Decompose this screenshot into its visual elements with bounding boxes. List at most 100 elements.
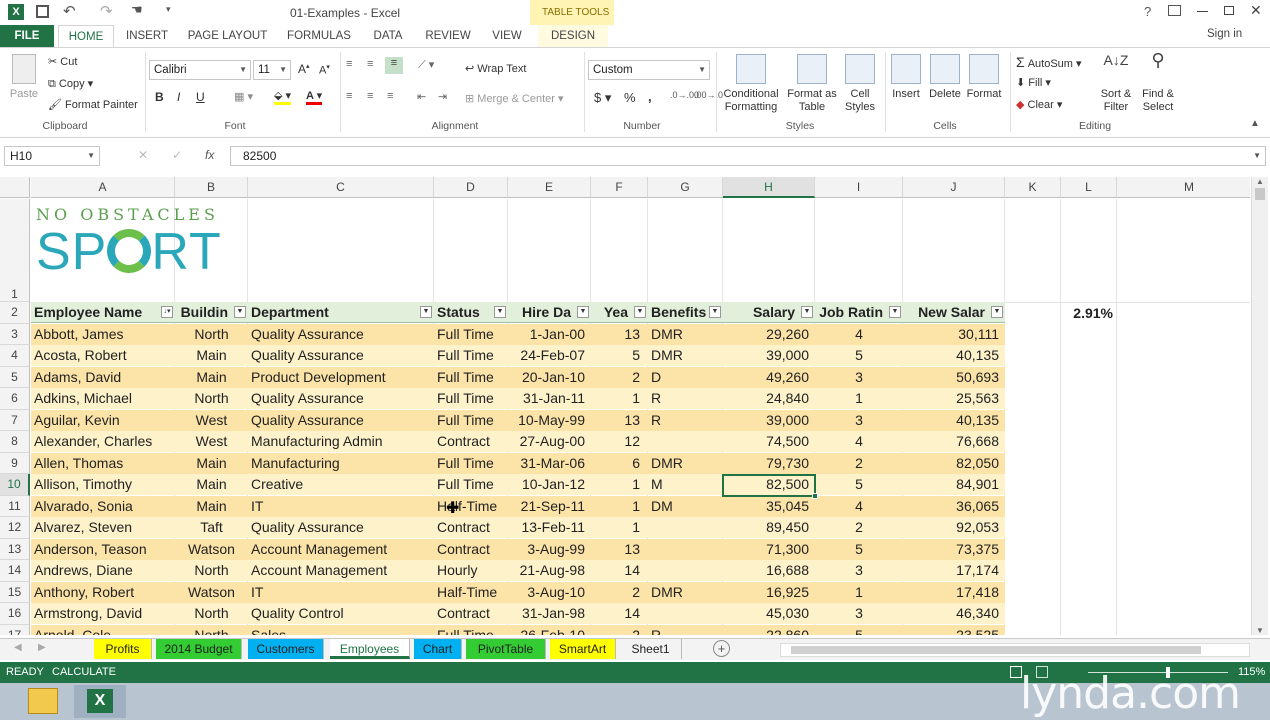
table-cell[interactable]: 5 [591, 345, 648, 366]
table-header-hire-da[interactable]: Hire Da ▼ [508, 302, 591, 323]
align-left-icon[interactable]: ≡ [346, 90, 352, 102]
table-cell[interactable]: 3-Aug-99 [508, 538, 591, 560]
table-cell[interactable]: Creative [248, 474, 434, 495]
table-cell[interactable]: Main [175, 345, 248, 366]
table-header-benefits[interactable]: Benefits ▼ [648, 302, 723, 323]
table-cell[interactable]: 40,135 [903, 409, 1005, 431]
fill-handle[interactable] [812, 493, 818, 499]
table-cell[interactable]: 16,688 [723, 560, 815, 581]
column-header-i[interactable]: I [815, 177, 903, 198]
table-cell[interactable] [648, 538, 723, 560]
sheet-tab-customers[interactable]: Customers [248, 639, 324, 659]
font-color-icon[interactable]: A ▾ [306, 89, 323, 105]
table-cell[interactable]: 2 [591, 366, 648, 388]
middle-align-icon[interactable]: ≡ [367, 58, 373, 70]
tab-view[interactable]: VIEW [484, 25, 530, 47]
table-cell[interactable]: 92,053 [903, 517, 1005, 538]
copy-button[interactable]: ⧉ Copy ▾ [48, 77, 93, 91]
table-cell[interactable]: Manufacturing [248, 452, 434, 474]
customize-qat-icon[interactable]: ▾ [166, 4, 171, 15]
table-cell[interactable]: 3 [815, 409, 903, 431]
comma-button[interactable]: , [648, 89, 652, 104]
table-cell[interactable]: 4 [815, 495, 903, 517]
wrap-text-button[interactable]: ↩ Wrap Text [465, 62, 526, 75]
table-cell[interactable]: 6 [591, 452, 648, 474]
row-header-3[interactable]: 3 [0, 323, 30, 345]
percent-button[interactable]: % [624, 90, 636, 105]
zoom-level[interactable]: 115% [1238, 666, 1265, 678]
table-cell[interactable] [648, 560, 723, 581]
table-cell[interactable]: 4 [815, 431, 903, 452]
table-cell[interactable]: Contract [434, 431, 508, 452]
table-cell[interactable]: Contract [434, 603, 508, 624]
table-cell[interactable]: 2 [591, 581, 648, 603]
table-cell[interactable]: 30,111 [903, 323, 1005, 345]
table-cell[interactable]: 46,340 [903, 603, 1005, 624]
column-header-e[interactable]: E [508, 177, 591, 198]
minimize-icon[interactable] [1197, 11, 1208, 12]
table-cell[interactable]: DMR [648, 581, 723, 603]
ribbon-display-options-icon[interactable] [1168, 5, 1181, 16]
format-as-table-button[interactable]: Format as Table [784, 54, 840, 114]
table-cell[interactable]: Allison, Timothy [31, 474, 175, 495]
column-header-h[interactable]: H [723, 177, 815, 198]
table-cell[interactable]: 76,668 [903, 431, 1005, 452]
table-cell[interactable]: North [175, 624, 248, 635]
row-header-11[interactable]: 11 [0, 495, 30, 517]
table-cell[interactable]: 31-Jan-11 [508, 388, 591, 409]
table-cell[interactable]: Manufacturing Admin [248, 431, 434, 452]
top-align-icon[interactable]: ≡ [346, 58, 352, 70]
filter-dropdown-icon[interactable]: ▼ [494, 306, 506, 318]
table-cell[interactable]: Aguilar, Kevin [31, 409, 175, 431]
filter-dropdown-icon[interactable]: ▼ [801, 306, 813, 318]
orientation-icon[interactable]: ⟋ ▾ [418, 58, 434, 72]
table-header-job-ratin[interactable]: Job Ratin ▼ [815, 302, 903, 323]
column-header-c[interactable]: C [248, 177, 434, 198]
table-cell[interactable]: 5 [815, 538, 903, 560]
filter-dropdown-icon[interactable]: ▼ [420, 306, 432, 318]
tab-data[interactable]: DATA [364, 25, 412, 47]
align-center-icon[interactable]: ≡ [367, 90, 373, 102]
tab-file[interactable]: FILE [0, 25, 54, 47]
table-cell[interactable]: 13 [591, 409, 648, 431]
fill-button[interactable]: ⬇ Fill ▾ [1016, 76, 1051, 89]
table-cell[interactable]: 49,260 [723, 366, 815, 388]
table-header-salary[interactable]: Salary ▼ [723, 302, 815, 323]
table-cell[interactable]: 39,000 [723, 409, 815, 431]
table-cell[interactable]: R [648, 388, 723, 409]
table-cell[interactable]: 27-Aug-00 [508, 431, 591, 452]
table-cell[interactable]: 26-Feb-10 [508, 624, 591, 635]
sheet-tab-profits[interactable]: Profits [94, 639, 152, 659]
delete-cells-button[interactable]: Delete [926, 54, 964, 101]
table-cell[interactable]: Full Time [434, 388, 508, 409]
sort-filter-button[interactable]: A↓Z Sort & Filter [1096, 53, 1136, 114]
table-cell[interactable]: Allen, Thomas [31, 452, 175, 474]
table-cell[interactable] [648, 517, 723, 538]
table-cell[interactable]: 36,065 [903, 495, 1005, 517]
table-cell[interactable]: IT [248, 495, 434, 517]
active-cell-outline[interactable] [722, 474, 816, 497]
increase-font-icon[interactable]: A▴ [298, 62, 310, 76]
table-cell[interactable]: West [175, 431, 248, 452]
table-cell[interactable]: Main [175, 366, 248, 388]
decrease-font-icon[interactable]: A▾ [319, 63, 330, 77]
italic-button[interactable]: I [177, 90, 180, 104]
undo-icon[interactable]: ↶ [63, 2, 76, 20]
column-header-m[interactable]: M [1117, 177, 1250, 198]
row-header-9[interactable]: 9 [0, 452, 30, 474]
column-header-g[interactable]: G [648, 177, 723, 198]
table-cell[interactable]: 24-Feb-07 [508, 345, 591, 366]
insert-cells-button[interactable]: Insert [888, 54, 924, 101]
table-cell[interactable]: 74,500 [723, 431, 815, 452]
table-cell[interactable]: 13 [591, 538, 648, 560]
horizontal-scrollbar[interactable] [780, 643, 1250, 657]
table-cell[interactable]: 35,045 [723, 495, 815, 517]
table-cell[interactable]: Account Management [248, 538, 434, 560]
filter-dropdown-icon[interactable]: ▼ [634, 306, 646, 318]
table-cell[interactable]: Full Time [434, 409, 508, 431]
tab-design[interactable]: DESIGN [538, 25, 608, 47]
table-cell[interactable]: Main [175, 452, 248, 474]
table-cell[interactable]: West [175, 409, 248, 431]
table-cell[interactable]: 10-Jan-12 [508, 474, 591, 495]
table-cell[interactable]: 1 [815, 388, 903, 409]
